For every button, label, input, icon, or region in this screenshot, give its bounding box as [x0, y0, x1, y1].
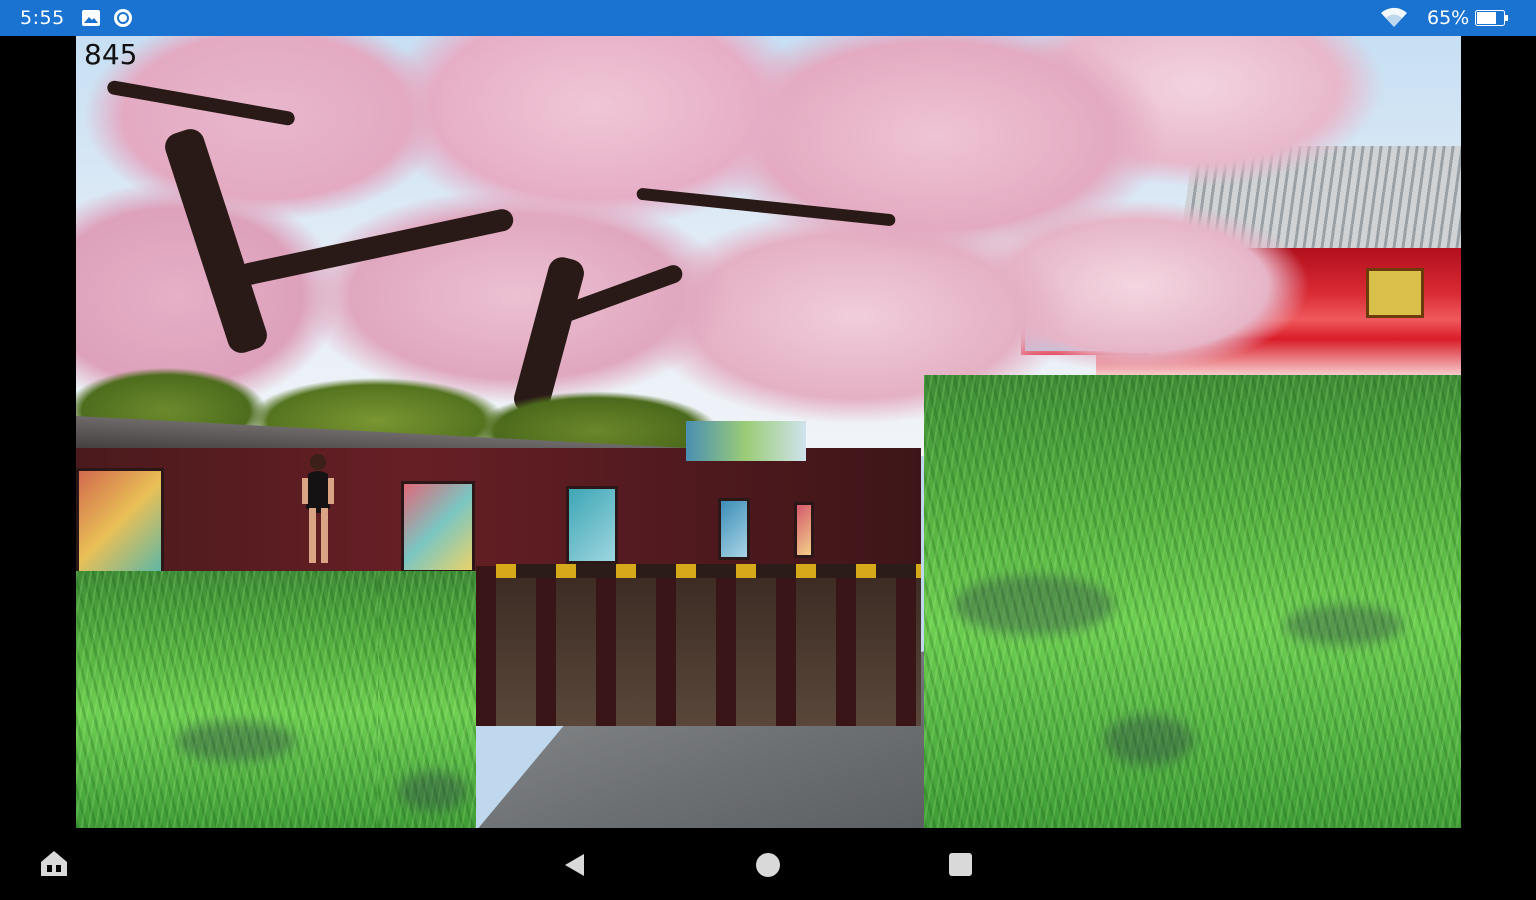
grass-shadow — [954, 575, 1114, 635]
railing-top — [496, 564, 921, 578]
stall-poster — [566, 486, 618, 564]
grass-shadow — [176, 721, 296, 761]
person-figure — [302, 454, 334, 563]
puzzle-board[interactable]: 845 — [76, 36, 1461, 828]
grass-shadow — [1284, 605, 1404, 645]
grass-puzzle-tile[interactable] — [378, 571, 476, 828]
stall-poster — [794, 502, 814, 558]
grass-shadow — [1104, 715, 1194, 765]
status-time: 5:55 — [20, 7, 65, 29]
home-app-icon[interactable] — [38, 847, 70, 879]
back-icon[interactable] — [562, 852, 588, 878]
home-icon[interactable] — [756, 853, 780, 877]
wifi-icon — [1381, 7, 1407, 27]
sync-icon — [114, 9, 132, 27]
stall-poster — [686, 421, 806, 461]
score-counter: 845 — [84, 38, 138, 71]
grass-puzzle-tile[interactable] — [76, 571, 378, 828]
image-icon — [82, 10, 100, 26]
status-bar: 5:55 65% — [0, 0, 1536, 36]
grass-shadow — [398, 771, 468, 811]
recents-icon[interactable] — [949, 853, 972, 876]
wooden-railing — [476, 566, 921, 726]
battery-percent: 65% — [1427, 7, 1470, 29]
stall-poster — [76, 468, 164, 574]
grass-puzzle-tile[interactable] — [924, 375, 1461, 828]
navigation-bar — [0, 828, 1536, 900]
stall-poster — [718, 498, 750, 560]
stall-poster — [401, 481, 475, 573]
battery-icon — [1475, 10, 1508, 26]
